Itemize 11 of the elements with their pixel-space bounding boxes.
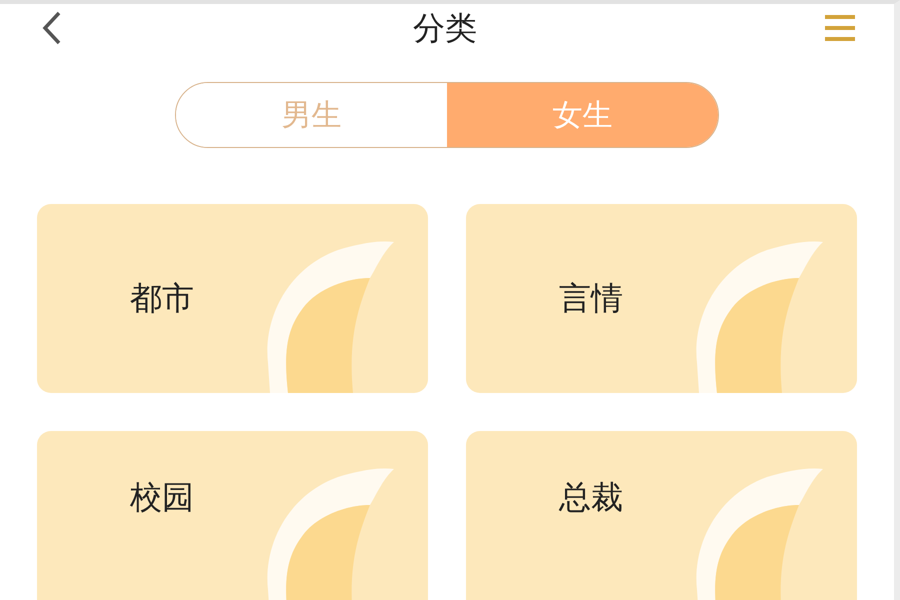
category-card[interactable]: 总裁	[466, 431, 857, 600]
page-title: 分类	[413, 8, 477, 49]
category-card[interactable]: 都市	[37, 204, 428, 393]
category-label: 总裁	[559, 481, 623, 513]
menu-icon	[825, 14, 855, 42]
category-card[interactable]: 言情	[466, 204, 857, 393]
back-icon	[42, 11, 62, 45]
category-card[interactable]: 校园	[37, 431, 428, 600]
category-label: 言情	[559, 282, 623, 314]
category-label: 校园	[130, 481, 194, 513]
category-label: 都市	[130, 282, 194, 314]
